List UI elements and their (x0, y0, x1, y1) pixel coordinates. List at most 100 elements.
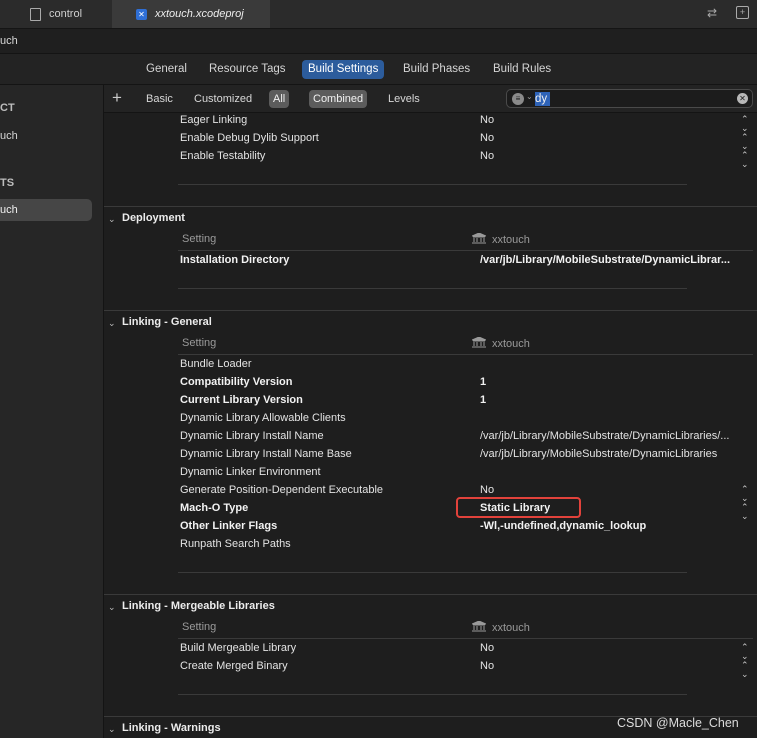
column-header-target: xxtouch (471, 620, 530, 634)
popup-stepper-icon[interactable]: ⌃ ⌄ (741, 133, 749, 151)
setting-row-name[interactable]: Mach-O Type (180, 502, 248, 514)
setting-row-value[interactable]: /var/jb/Library/MobileSubstrate/DynamicL… (480, 430, 729, 442)
divider (178, 572, 687, 573)
popup-stepper-icon[interactable]: ⌃ ⌄ (741, 643, 749, 661)
setting-row-value[interactable]: 1 (480, 394, 486, 406)
divider (178, 638, 753, 639)
section-divider (104, 206, 757, 207)
column-header-target: xxtouch (471, 232, 530, 246)
disclosure-chevron-icon[interactable]: ⌄ (108, 724, 116, 735)
setting-row-value[interactable]: No (480, 150, 494, 162)
popup-stepper-icon[interactable]: ⌃ ⌄ (741, 661, 749, 679)
project-navigator-sidebar: CT uch TS uch (0, 85, 104, 738)
editor-tabs: General Resource Tags Build Settings Bui… (0, 54, 757, 85)
document-icon (30, 7, 41, 21)
tab-build-settings[interactable]: Build Settings (302, 60, 385, 79)
disclosure-chevron-icon[interactable]: ⌄ (108, 214, 116, 225)
breadcrumb[interactable]: uch (0, 35, 18, 47)
divider (178, 694, 687, 695)
watermark: CSDN @Macle_Chen (617, 716, 739, 730)
tab-control[interactable]: control (30, 0, 82, 28)
setting-row-name[interactable]: Enable Testability (180, 150, 265, 162)
setting-row-name[interactable]: Enable Debug Dylib Support (180, 132, 319, 144)
clear-search-icon[interactable]: ✕ (737, 93, 748, 104)
setting-row-name[interactable]: Dynamic Library Allowable Clients (180, 412, 346, 424)
tab-build-rules[interactable]: Build Rules (487, 60, 557, 79)
xcodeproj-icon: ✕ (136, 8, 147, 20)
section-divider (104, 310, 757, 311)
filter-icon[interactable]: ≡ (512, 93, 524, 105)
jump-bar: uch (0, 29, 757, 54)
setting-row-name[interactable]: Bundle Loader (180, 358, 252, 370)
building-columns-icon (471, 620, 487, 632)
popup-stepper-icon[interactable]: ⌃ ⌄ (741, 115, 749, 133)
setting-row-value[interactable]: No (480, 484, 494, 496)
search-input[interactable] (535, 91, 725, 106)
add-setting-button[interactable]: + (112, 88, 122, 108)
building-columns-icon (471, 232, 487, 244)
popup-stepper-icon[interactable]: ⌃ ⌄ (741, 503, 749, 521)
setting-row-value[interactable]: No (480, 642, 494, 654)
setting-row-name[interactable]: Dynamic Library Install Name (180, 430, 324, 442)
build-settings-list: Eager Linking No ⌃ ⌄ Enable Debug Dylib S… (104, 113, 757, 738)
chevron-down-icon[interactable]: ⌄ (526, 92, 533, 101)
section-title-deployment[interactable]: Deployment (122, 212, 185, 224)
column-header-target-label: xxtouch (492, 234, 530, 246)
column-header-target-label: xxtouch (492, 338, 530, 350)
setting-row-name[interactable]: Other Linker Flags (180, 520, 277, 532)
highlight-annotation-box (456, 497, 581, 518)
filter-combined[interactable]: Combined (309, 90, 368, 108)
setting-row-name[interactable]: Compatibility Version (180, 376, 292, 388)
column-header-target-label: xxtouch (492, 622, 530, 634)
setting-row-name[interactable]: Installation Directory (180, 254, 289, 266)
tab-xcodeproj-label: xxtouch.xcodeproj (155, 8, 244, 20)
split-editor-icon[interactable]: + (736, 6, 749, 19)
sidebar-item-target[interactable]: uch (0, 199, 92, 221)
setting-row-name[interactable]: Generate Position-Dependent Executable (180, 484, 383, 496)
setting-row-value[interactable]: /var/jb/Library/MobileSubstrate/DynamicL… (480, 254, 730, 266)
section-title-linking-mergeable[interactable]: Linking - Mergeable Libraries (122, 600, 275, 612)
setting-row-name[interactable]: Runpath Search Paths (180, 538, 291, 550)
popup-stepper-icon[interactable]: ⌃ ⌄ (741, 485, 749, 503)
section-title-linking-warnings[interactable]: Linking - Warnings (122, 722, 221, 734)
setting-row-name[interactable]: Current Library Version (180, 394, 303, 406)
filter-customized[interactable]: Customized (190, 90, 256, 108)
setting-row-name[interactable]: Create Merged Binary (180, 660, 288, 672)
column-header-setting: Setting (182, 621, 217, 633)
setting-row-name[interactable]: Dynamic Library Install Name Base (180, 448, 352, 460)
filter-all[interactable]: All (269, 90, 290, 108)
tab-build-phases[interactable]: Build Phases (397, 60, 476, 79)
filter-basic[interactable]: Basic (142, 90, 177, 108)
build-settings-filter-bar: + Basic Customized All Combined Levels ≡… (104, 85, 757, 113)
divider (178, 288, 687, 289)
setting-row-name[interactable]: Build Mergeable Library (180, 642, 296, 654)
window-tab-bar: control ✕ xxtouch.xcodeproj ⇄ + (0, 0, 757, 29)
setting-row-value[interactable]: No (480, 660, 494, 672)
filter-levels[interactable]: Levels (384, 90, 424, 108)
section-title-linking-general[interactable]: Linking - General (122, 316, 212, 328)
sidebar-targets-header: TS (0, 177, 15, 189)
setting-row-name[interactable]: Dynamic Linker Environment (180, 466, 321, 478)
disclosure-chevron-icon[interactable]: ⌄ (108, 602, 116, 613)
setting-row-value[interactable]: No (480, 114, 494, 126)
section-divider (104, 594, 757, 595)
popup-stepper-icon[interactable]: ⌃ ⌄ (741, 151, 749, 169)
tab-general[interactable]: General (140, 60, 193, 79)
sidebar-project-header: CT (0, 102, 15, 114)
tab-control-label: control (49, 8, 83, 20)
disclosure-chevron-icon[interactable]: ⌄ (108, 318, 116, 329)
column-header-setting: Setting (182, 233, 217, 245)
setting-row-name[interactable]: Eager Linking (180, 114, 247, 126)
divider (178, 250, 753, 251)
tab-xxtouch-xcodeproj[interactable]: ✕ xxtouch.xcodeproj (112, 0, 270, 28)
setting-row-value[interactable]: /var/jb/Library/MobileSubstrate/DynamicL… (480, 448, 717, 460)
setting-row-value[interactable]: No (480, 132, 494, 144)
swap-arrows-icon[interactable]: ⇄ (705, 6, 719, 20)
search-field[interactable]: ≡ ⌄ ✕ (506, 89, 753, 108)
divider (178, 354, 753, 355)
sidebar-item-project[interactable]: uch (0, 130, 18, 142)
column-header-target: xxtouch (471, 336, 530, 350)
setting-row-value[interactable]: -Wl,-undefined,dynamic_lookup (480, 520, 646, 532)
setting-row-value[interactable]: 1 (480, 376, 486, 388)
tab-resource-tags[interactable]: Resource Tags (203, 60, 292, 79)
